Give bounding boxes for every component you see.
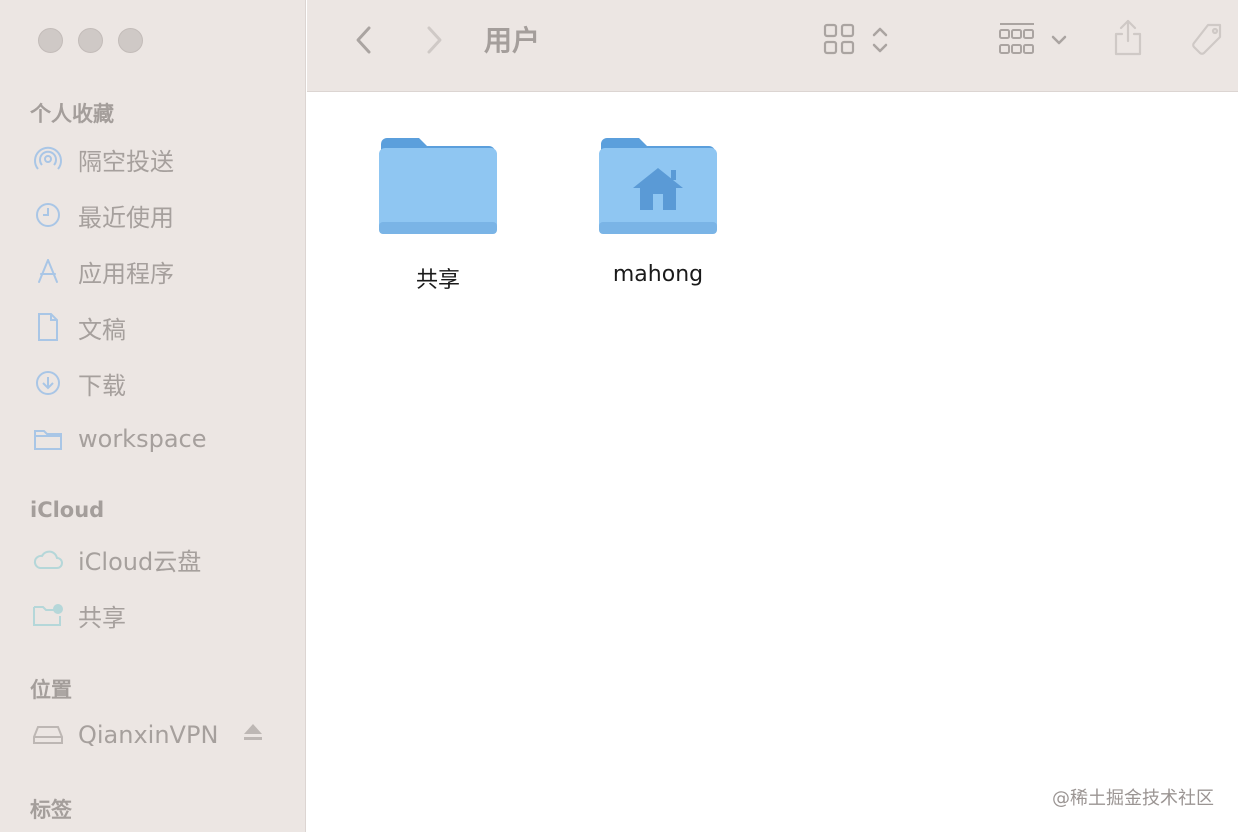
sidebar: 个人收藏 隔空投送 最近使用 应用程序 文稿 下载 workspace iClo…: [0, 0, 306, 832]
eject-icon[interactable]: [242, 721, 264, 747]
sidebar-item-label: iCloud云盘: [78, 547, 202, 576]
sidebar-item-airdrop[interactable]: 隔空投送: [32, 137, 282, 181]
close-window-button[interactable]: [38, 28, 63, 53]
toolbar: 用户: [307, 0, 1238, 92]
sidebar-item-label: QianxinVPN: [78, 721, 219, 749]
sort-chevrons-icon[interactable]: [869, 22, 891, 58]
share-icon[interactable]: [1111, 16, 1145, 58]
chevron-down-icon[interactable]: [1049, 30, 1069, 50]
sidebar-item-icloud-drive[interactable]: iCloud云盘: [32, 537, 282, 581]
section-title-locations: 位置: [30, 678, 72, 702]
file-name: 共享: [415, 268, 460, 293]
forward-icon[interactable]: [419, 20, 449, 60]
clock-icon: [32, 199, 64, 231]
file-item-shared[interactable]: 共享: [363, 130, 513, 294]
watermark: @稀土掘金技术社区: [1052, 788, 1214, 809]
cloud-icon: [32, 543, 64, 575]
sidebar-item-documents[interactable]: 文稿: [32, 305, 282, 349]
sidebar-item-label: 应用程序: [78, 259, 174, 288]
group-icon[interactable]: [997, 20, 1037, 58]
file-browser: 共享 mahong @稀土掘金技术社区: [307, 92, 1238, 832]
sidebar-item-label: 最近使用: [78, 203, 174, 232]
sidebar-item-workspace[interactable]: workspace: [32, 417, 282, 461]
shared-folder-icon: [32, 599, 64, 631]
download-icon: [32, 367, 64, 399]
window-title: 用户: [484, 24, 541, 57]
sidebar-item-label: 文稿: [78, 315, 126, 344]
section-title-favorites: 个人收藏: [30, 102, 114, 126]
home-folder-icon: [597, 130, 719, 240]
sidebar-item-downloads[interactable]: 下载: [32, 361, 282, 405]
section-title-icloud: iCloud: [30, 498, 105, 522]
file-item-mahong[interactable]: mahong: [583, 130, 733, 287]
folder-icon: [377, 130, 499, 240]
airdrop-icon: [32, 143, 64, 175]
sidebar-item-label: 下载: [78, 371, 126, 400]
sidebar-item-qianxinvpn[interactable]: QianxinVPN: [32, 713, 282, 757]
sidebar-item-recents[interactable]: 最近使用: [32, 193, 282, 237]
folder-icon: [32, 423, 64, 455]
sidebar-item-icloud-shared[interactable]: 共享: [32, 593, 282, 637]
zoom-window-button[interactable]: [118, 28, 143, 53]
sidebar-item-label: 隔空投送: [78, 147, 174, 176]
applications-icon: [32, 255, 64, 287]
sidebar-item-applications[interactable]: 应用程序: [32, 249, 282, 293]
icon-view-icon[interactable]: [822, 22, 856, 56]
file-name: mahong: [612, 262, 704, 287]
sidebar-item-label: workspace: [78, 425, 207, 453]
sidebar-item-label: 共享: [78, 603, 126, 632]
drive-icon: [32, 719, 64, 751]
back-icon[interactable]: [349, 20, 379, 60]
section-title-tags: 标签: [30, 798, 72, 822]
document-icon: [32, 311, 64, 343]
window-controls: [38, 28, 143, 53]
tag-icon[interactable]: [1187, 20, 1227, 60]
minimize-window-button[interactable]: [78, 28, 103, 53]
